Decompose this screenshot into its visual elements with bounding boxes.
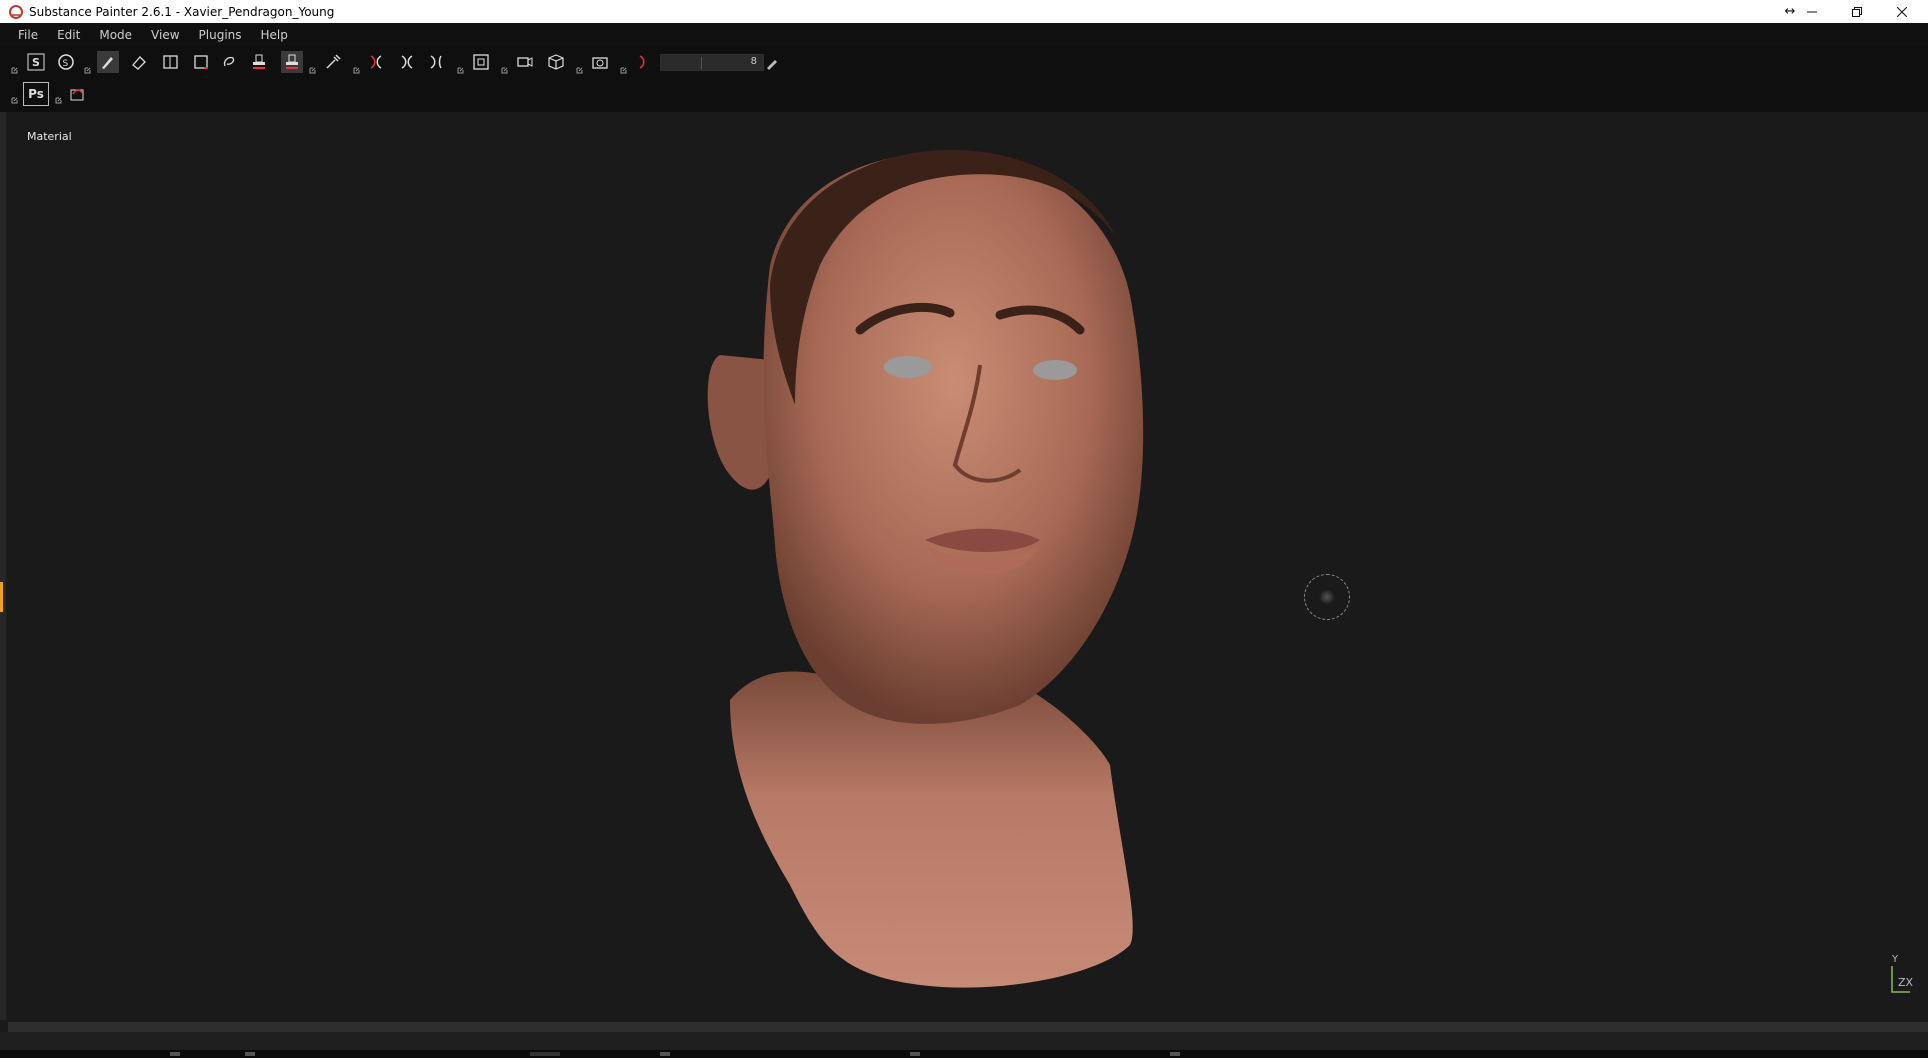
taskbar-item[interactable] [245, 1052, 255, 1056]
popout-icon[interactable] [11, 59, 18, 74]
substance-s-icon[interactable]: S [55, 51, 77, 73]
svg-text:S: S [32, 56, 40, 69]
axis-y-label: Y [1892, 954, 1899, 965]
restore-button[interactable] [1835, 0, 1879, 23]
horizontal-scrollbar[interactable] [8, 1022, 1928, 1032]
mirror-alt-icon[interactable] [425, 51, 447, 73]
brush-size-value: 8 [750, 56, 757, 67]
title-bar: Substance Painter 2.6.1 - Xavier_Pendrag… [0, 0, 1928, 23]
taskbar-strip [0, 1050, 1928, 1058]
smudge-icon[interactable] [218, 51, 240, 73]
view-mode-icon[interactable] [470, 51, 492, 73]
popout-icon[interactable] [620, 59, 627, 74]
photoshop-icon[interactable]: Ps [23, 82, 49, 106]
taskbar-item[interactable] [660, 1052, 670, 1056]
popout-icon[interactable] [84, 59, 91, 74]
minimize-button[interactable] [1790, 0, 1834, 23]
pencil-icon[interactable] [765, 55, 779, 70]
popout-icon[interactable] [576, 59, 583, 74]
menu-edit[interactable]: Edit [48, 28, 90, 42]
polygon-fill-icon[interactable] [190, 51, 212, 73]
menu-mode[interactable]: Mode [90, 28, 142, 42]
color-picker-icon[interactable] [322, 51, 344, 73]
slider-handle[interactable] [701, 57, 702, 69]
eraser-icon[interactable] [128, 51, 150, 73]
close-button[interactable] [1880, 0, 1924, 23]
menu-view[interactable]: View [142, 28, 189, 42]
axis-zx-label: ZX [1898, 976, 1914, 989]
window-title: Substance Painter 2.6.1 - Xavier_Pendrag… [29, 4, 335, 19]
send-to-icon[interactable] [66, 83, 88, 105]
clone-stamp-icon[interactable] [248, 51, 270, 73]
axis-gizmo [1891, 966, 1910, 993]
camera-icon[interactable] [514, 51, 536, 73]
popout-icon[interactable] [501, 59, 508, 74]
material-picker-icon[interactable] [281, 51, 303, 73]
dock-accent [0, 582, 3, 612]
popout-icon[interactable] [55, 89, 62, 104]
toolbar: S S 8 Ps [0, 46, 1928, 112]
taskbar-item[interactable] [170, 1052, 180, 1056]
status-bar [0, 1032, 1928, 1050]
popout-icon[interactable] [457, 59, 464, 74]
substance-logo-icon[interactable]: S [25, 51, 47, 73]
taskbar-item[interactable] [530, 1052, 560, 1056]
substance-app-icon [9, 4, 23, 19]
brush-size-slider[interactable]: 8 [660, 54, 764, 71]
popout-icon[interactable] [309, 59, 316, 74]
menu-bar: File Edit Mode View Plugins Help [0, 23, 1928, 46]
3d-head-model[interactable] [700, 145, 1180, 995]
taskbar-item[interactable] [910, 1052, 920, 1056]
mirror-icon[interactable] [396, 51, 418, 73]
menu-file[interactable]: File [9, 28, 48, 42]
paint-brush-icon[interactable] [97, 51, 119, 73]
left-dock-strip[interactable] [0, 112, 6, 1020]
symmetry-icon[interactable] [365, 51, 387, 73]
popout-icon[interactable] [11, 89, 18, 104]
taskbar-item[interactable] [1170, 1052, 1180, 1056]
viewport-mode-label: Material [27, 130, 72, 143]
popout-icon[interactable] [353, 59, 360, 74]
bake-icon[interactable] [632, 51, 654, 73]
svg-text:S: S [63, 59, 69, 69]
cube-icon[interactable] [545, 51, 567, 73]
menu-plugins[interactable]: Plugins [190, 28, 252, 42]
projection-icon[interactable] [160, 51, 182, 73]
brush-cursor [1304, 574, 1350, 620]
menu-help[interactable]: Help [252, 28, 298, 42]
screenshot-icon[interactable] [589, 51, 611, 73]
